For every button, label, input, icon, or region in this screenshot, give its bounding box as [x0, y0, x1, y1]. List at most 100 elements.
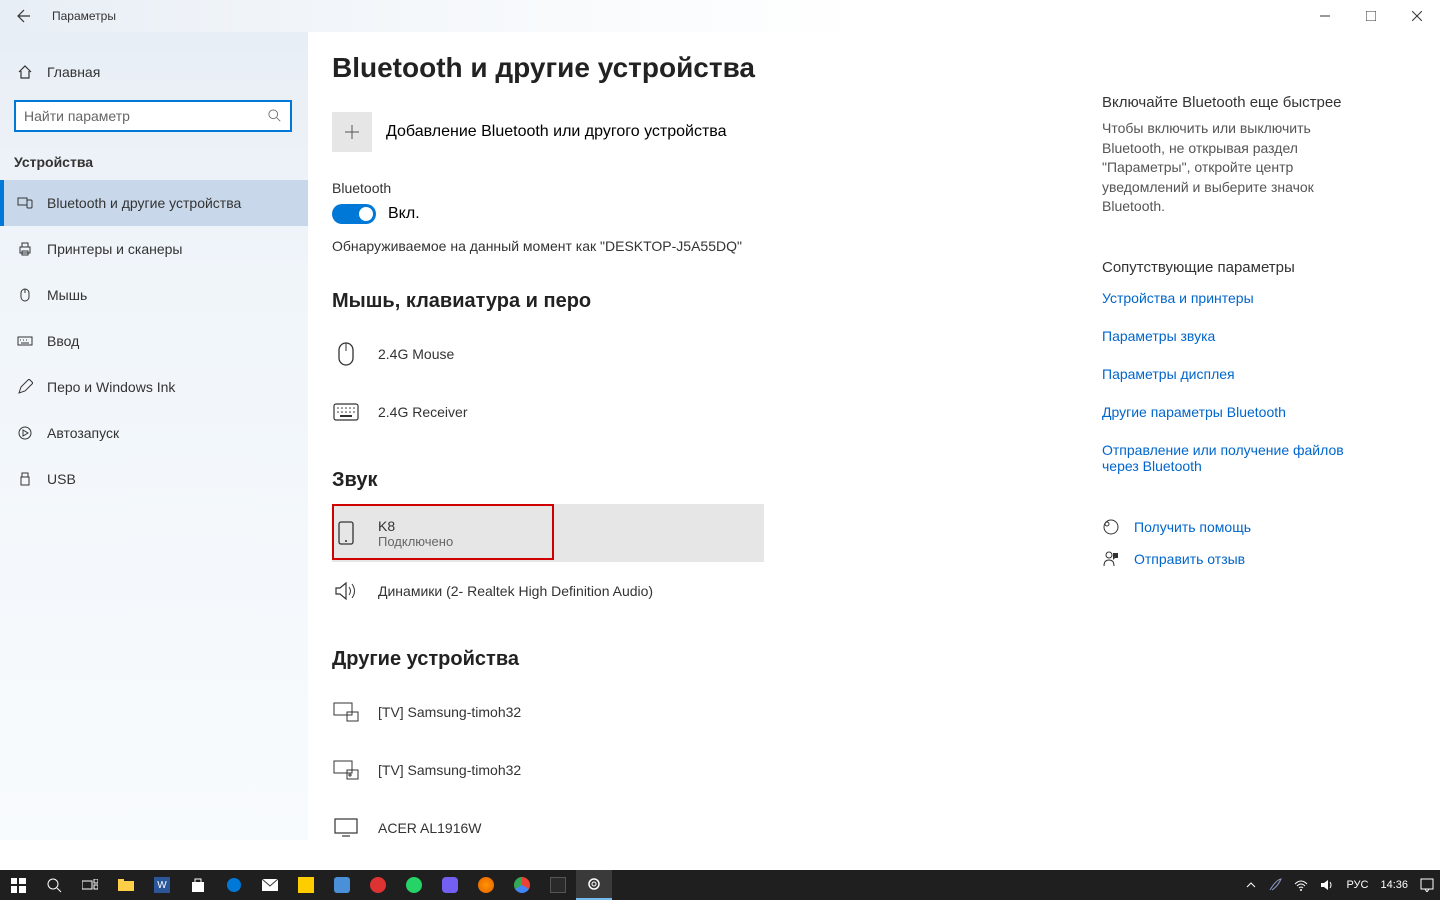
taskview-button[interactable]	[72, 870, 108, 900]
folder-icon	[118, 879, 134, 891]
title-bar: Параметры	[0, 0, 1440, 32]
chrome-icon	[514, 877, 530, 893]
sidebar-item-bluetooth[interactable]: Bluetooth и другие устройства	[0, 180, 308, 226]
media-device-icon	[332, 760, 360, 780]
autoplay-icon	[17, 425, 33, 441]
windows-icon	[11, 878, 26, 893]
taskbar-app-edge[interactable]	[216, 870, 252, 900]
search-button[interactable]	[36, 870, 72, 900]
tray-wifi[interactable]	[1288, 870, 1314, 900]
close-button[interactable]	[1394, 0, 1440, 32]
bluetooth-toggle[interactable]	[332, 204, 376, 224]
sidebar-item-pen[interactable]: Перо и Windows Ink	[0, 364, 308, 410]
nav-label: Принтеры и сканеры	[47, 241, 182, 257]
main-content: Bluetooth и другие устройства Добавление…	[332, 52, 1102, 840]
taskbar-app-1c[interactable]	[288, 870, 324, 900]
taskbar-app-generic2[interactable]	[540, 870, 576, 900]
taskbar-app-firefox[interactable]	[468, 870, 504, 900]
devices-icon	[17, 195, 33, 211]
taskbar: W РУС 14:36	[0, 870, 1440, 900]
taskbar-app-word[interactable]: W	[144, 870, 180, 900]
nav-label: Ввод	[47, 333, 79, 349]
search-box[interactable]	[14, 100, 292, 132]
add-device-button[interactable]	[332, 112, 372, 152]
taskbar-app-store[interactable]	[180, 870, 216, 900]
taskbar-app-whatsapp[interactable]	[396, 870, 432, 900]
plus-icon	[344, 124, 360, 140]
speaker-device-icon	[332, 581, 360, 601]
sidebar-home[interactable]: Главная	[0, 52, 308, 92]
edge-icon	[226, 877, 242, 893]
search-input[interactable]	[24, 108, 268, 124]
mail-icon	[262, 879, 278, 891]
sidebar-section-label: Устройства	[0, 146, 308, 180]
sidebar: Главная Устройства Bluetooth и другие ус…	[0, 32, 308, 840]
app-icon	[370, 877, 386, 893]
sidebar-item-mouse[interactable]: Мышь	[0, 272, 308, 318]
link-more-bluetooth[interactable]: Другие параметры Bluetooth	[1102, 404, 1372, 420]
device-name: 2.4G Mouse	[378, 346, 454, 362]
tip-text: Чтобы включить или выключить Bluetooth, …	[1102, 119, 1372, 217]
feedback-label: Отправить отзыв	[1134, 551, 1245, 567]
feedback-link[interactable]: Отправить отзыв	[1102, 550, 1372, 568]
mouse-icon	[17, 287, 33, 303]
maximize-button[interactable]	[1348, 0, 1394, 32]
device-k8[interactable]: K8 Подключено	[332, 504, 764, 562]
device-tv1[interactable]: [TV] Samsung-timoh32	[332, 683, 764, 741]
add-device-row[interactable]: Добавление Bluetooth или другого устройс…	[332, 112, 1102, 152]
word-icon: W	[154, 877, 170, 893]
sidebar-item-usb[interactable]: USB	[0, 456, 308, 502]
device-speakers[interactable]: Динамики (2- Realtek High Definition Aud…	[332, 562, 764, 620]
sidebar-item-autoplay[interactable]: Автозапуск	[0, 410, 308, 456]
link-display-settings[interactable]: Параметры дисплея	[1102, 366, 1372, 382]
help-label: Получить помощь	[1134, 519, 1251, 535]
app-icon	[298, 877, 314, 893]
sidebar-item-printers[interactable]: Принтеры и сканеры	[0, 226, 308, 272]
tray-notifications[interactable]	[1414, 870, 1440, 900]
get-help-link[interactable]: Получить помощь	[1102, 518, 1372, 536]
viber-icon	[442, 877, 458, 893]
device-name: 2.4G Receiver	[378, 404, 467, 420]
bluetooth-state: Вкл.	[388, 205, 420, 223]
tray-time[interactable]: 14:36	[1374, 870, 1414, 900]
volume-icon	[1320, 878, 1334, 892]
link-send-receive-files[interactable]: Отправление или получение файлов через B…	[1102, 442, 1372, 474]
start-button[interactable]	[0, 870, 36, 900]
taskbar-app-mail[interactable]	[252, 870, 288, 900]
taskbar-app-ccleaner[interactable]	[360, 870, 396, 900]
notification-icon	[1420, 878, 1434, 892]
store-icon	[190, 877, 206, 893]
related-heading: Сопутствующие параметры	[1102, 259, 1372, 276]
device-status: Подключено	[378, 534, 453, 549]
tray-language[interactable]: РУС	[1340, 870, 1374, 900]
usb-icon	[17, 471, 33, 487]
back-button[interactable]	[0, 0, 48, 32]
link-sound-settings[interactable]: Параметры звука	[1102, 328, 1372, 344]
device-receiver[interactable]: 2.4G Receiver	[332, 383, 764, 441]
discoverable-text: Обнаруживаемое на данный момент как "DES…	[332, 238, 1102, 254]
taskbar-app-viber[interactable]	[432, 870, 468, 900]
taskbar-app-explorer[interactable]	[108, 870, 144, 900]
minimize-button[interactable]	[1302, 0, 1348, 32]
link-devices-printers[interactable]: Устройства и принтеры	[1102, 290, 1372, 306]
tray-app[interactable]	[1262, 870, 1288, 900]
tray-expand[interactable]	[1240, 870, 1262, 900]
section-mouse-heading: Мышь, клавиатура и перо	[332, 290, 1102, 313]
help-icon	[1102, 518, 1120, 536]
taskbar-app-chrome[interactable]	[504, 870, 540, 900]
nav-label: Мышь	[47, 287, 87, 303]
taskbar-app-generic1[interactable]	[324, 870, 360, 900]
aside-panel: Включайте Bluetooth еще быстрее Чтобы вк…	[1102, 52, 1402, 840]
taskbar-app-settings[interactable]	[576, 870, 612, 900]
page-title: Bluetooth и другие устройства	[332, 52, 1102, 84]
device-monitor[interactable]: ACER AL1916W	[332, 799, 764, 840]
back-arrow-icon	[16, 8, 32, 24]
device-name: [TV] Samsung-timoh32	[378, 704, 521, 720]
device-name: ACER AL1916W	[378, 820, 482, 836]
tray-volume[interactable]	[1314, 870, 1340, 900]
sidebar-item-typing[interactable]: Ввод	[0, 318, 308, 364]
home-icon	[17, 64, 33, 80]
device-mouse[interactable]: 2.4G Mouse	[332, 325, 764, 383]
device-tv2[interactable]: [TV] Samsung-timoh32	[332, 741, 764, 799]
device-name: Динамики (2- Realtek High Definition Aud…	[378, 583, 653, 599]
